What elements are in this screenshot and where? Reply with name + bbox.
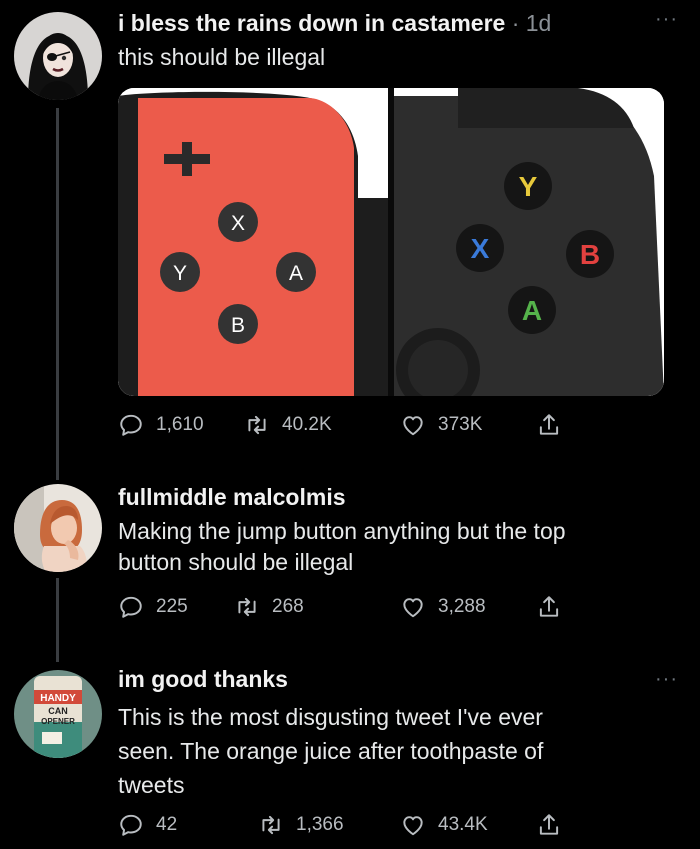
thread-line bbox=[56, 640, 59, 662]
tweet-actions: 42 1,366 43.4K bbox=[118, 812, 588, 840]
retweet-icon bbox=[244, 412, 270, 438]
thread-line bbox=[56, 578, 59, 640]
reply-button[interactable]: 225 bbox=[118, 594, 188, 620]
author-name[interactable]: im good thanks bbox=[118, 666, 288, 693]
retweet-icon bbox=[258, 812, 284, 838]
avatar-text: CAN bbox=[48, 706, 68, 716]
tweet-text: Making the jump button anything but the … bbox=[118, 516, 678, 578]
tweet-text-line: tweets bbox=[118, 772, 185, 798]
retweet-button[interactable]: 40.2K bbox=[244, 412, 332, 438]
author-name[interactable]: i bless the rains down in castamere · 1d bbox=[118, 10, 551, 37]
retweet-icon bbox=[234, 594, 260, 620]
share-icon bbox=[536, 812, 562, 838]
tweet-2[interactable]: fullmiddle malcolmis Making the jump but… bbox=[0, 460, 700, 640]
like-button[interactable]: 3,288 bbox=[400, 594, 486, 620]
share-button[interactable] bbox=[536, 412, 574, 438]
thread-line bbox=[56, 460, 59, 480]
like-icon bbox=[400, 812, 426, 838]
avatar[interactable]: HANDY CAN OPENER bbox=[14, 670, 102, 758]
retweet-count: 268 bbox=[272, 596, 304, 617]
joycon-b-label: B bbox=[231, 314, 245, 337]
timestamp[interactable]: · 1d bbox=[512, 10, 552, 36]
avatar-text: HANDY bbox=[40, 693, 76, 704]
like-icon bbox=[400, 412, 426, 438]
retweet-button[interactable]: 268 bbox=[234, 594, 304, 620]
tweet-image[interactable]: X Y A B Y X B A bbox=[118, 88, 664, 396]
share-button[interactable] bbox=[536, 812, 574, 838]
avatar[interactable] bbox=[14, 484, 102, 572]
more-options-icon[interactable]: ··· bbox=[655, 8, 678, 31]
xbox-a-label: A bbox=[522, 295, 542, 326]
reply-button[interactable]: 1,610 bbox=[118, 412, 204, 438]
avatar-text: OPENER bbox=[41, 717, 75, 726]
tweet-3[interactable]: HANDY CAN OPENER im good thanks ··· This… bbox=[0, 640, 700, 849]
reply-icon bbox=[118, 594, 144, 620]
reply-icon bbox=[118, 812, 144, 838]
reply-count: 1,610 bbox=[156, 414, 204, 435]
share-icon bbox=[536, 412, 562, 438]
tweet-text-line: Making the jump button anything but the … bbox=[118, 518, 566, 544]
more-options-icon[interactable]: ··· bbox=[655, 668, 678, 691]
share-button[interactable] bbox=[536, 594, 574, 620]
tweet-actions: 225 268 3,288 bbox=[118, 594, 588, 622]
joycon-a-label: A bbox=[289, 262, 303, 285]
retweet-count: 1,366 bbox=[296, 814, 344, 835]
xbox-b-label: B bbox=[580, 239, 600, 270]
reply-icon bbox=[118, 412, 144, 438]
tweet-text-line: seen. The orange juice after toothpaste … bbox=[118, 738, 544, 764]
reply-button[interactable]: 42 bbox=[118, 812, 177, 838]
like-button[interactable]: 43.4K bbox=[400, 812, 488, 838]
retweet-count: 40.2K bbox=[282, 414, 332, 435]
reply-count: 42 bbox=[156, 814, 178, 835]
like-count: 3,288 bbox=[438, 596, 486, 617]
reply-count: 225 bbox=[156, 596, 188, 617]
like-button[interactable]: 373K bbox=[400, 412, 482, 438]
like-count: 43.4K bbox=[438, 814, 488, 835]
tweet-text-line: This is the most disgusting tweet I've e… bbox=[118, 704, 543, 730]
tweet-text-line: button should be illegal bbox=[118, 549, 354, 575]
tweet-1[interactable]: i bless the rains down in castamere · 1d… bbox=[0, 0, 700, 460]
joycon-x-label: X bbox=[231, 212, 245, 235]
xbox-x-label: X bbox=[471, 233, 490, 264]
joycon-y-label: Y bbox=[173, 262, 187, 285]
xbox-y-label: Y bbox=[519, 171, 538, 202]
tweet-text: This is the most disgusting tweet I've e… bbox=[118, 700, 678, 802]
tweet-text: this should be illegal bbox=[118, 44, 326, 70]
share-icon bbox=[536, 594, 562, 620]
tweet-actions: 1,610 40.2K 373K bbox=[118, 412, 588, 440]
author-name[interactable]: fullmiddle malcolmis bbox=[118, 484, 346, 511]
thread-line bbox=[56, 108, 59, 460]
retweet-button[interactable]: 1,366 bbox=[258, 812, 344, 838]
author-name-text: i bless the rains down in castamere bbox=[118, 10, 506, 36]
like-count: 373K bbox=[438, 414, 483, 435]
like-icon bbox=[400, 594, 426, 620]
avatar[interactable] bbox=[14, 12, 102, 100]
